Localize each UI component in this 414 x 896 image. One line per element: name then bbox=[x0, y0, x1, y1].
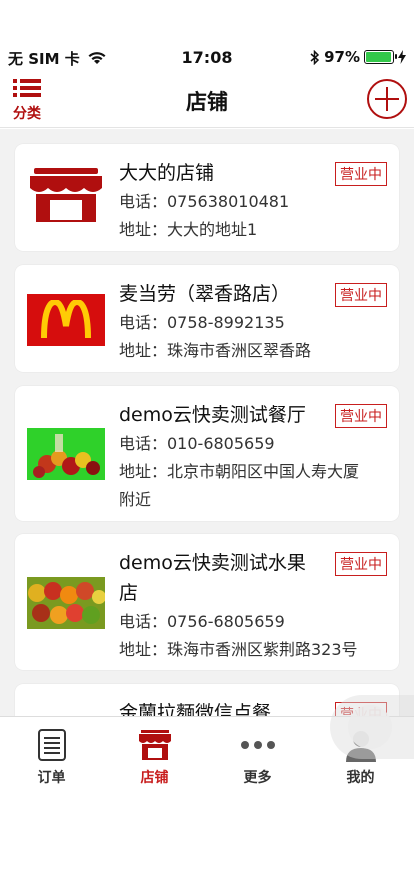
tab-label: 我的 bbox=[346, 770, 375, 786]
store-phone: 电话：0756-6805659 bbox=[119, 612, 285, 631]
status-badge: 营业中 bbox=[335, 552, 387, 576]
tab-label: 店铺 bbox=[140, 770, 169, 786]
store-awning-icon bbox=[30, 168, 102, 222]
add-circle-icon bbox=[367, 79, 407, 119]
mcdonalds-logo bbox=[41, 300, 91, 339]
order-list-icon bbox=[37, 729, 66, 761]
status-bar: 无 SIM 卡 17:08 97% bbox=[0, 0, 414, 68]
store-list[interactable]: 大大的店铺 电话：075638010481 地址：大大的地址1 营业中 麦当劳（… bbox=[0, 129, 414, 716]
store-name: demo云快卖测试餐厅 bbox=[119, 404, 306, 426]
store-card[interactable]: 麦当劳（翠香路店） 电话：0758-8992135 地址：珠海市香洲区翠香路 营… bbox=[15, 265, 399, 372]
more-dots-icon bbox=[240, 741, 275, 749]
battery-percent: 97% bbox=[324, 48, 360, 66]
tab-more[interactable]: 更多 bbox=[206, 727, 309, 787]
store-thumbnail bbox=[27, 294, 105, 346]
store-phone: 电话：0758-8992135 bbox=[119, 313, 285, 332]
status-badge: 营业中 bbox=[335, 404, 387, 428]
tab-label: 更多 bbox=[243, 770, 272, 786]
store-card[interactable]: demo云快卖测试水果店 电话：0756-6805659 地址：珠海市香洲区紫荆… bbox=[15, 534, 399, 670]
bluetooth-icon bbox=[310, 49, 320, 65]
fruit-photo bbox=[33, 434, 100, 478]
tab-orders[interactable]: 订单 bbox=[0, 727, 103, 787]
store-card[interactable]: 大大的店铺 电话：075638010481 地址：大大的地址1 营业中 bbox=[15, 144, 399, 251]
store-name: 麦当劳（翠香路店） bbox=[119, 283, 291, 305]
store-address: 地址：珠海市香洲区翠香路 bbox=[119, 341, 312, 360]
store-address: 地址：大大的地址1 bbox=[119, 220, 258, 239]
store-address: 地址：北京市朝阳区中国人寿大厦附近 bbox=[119, 462, 360, 509]
status-badge: 营业中 bbox=[335, 283, 387, 307]
store-name: demo云快卖测试水果店 bbox=[119, 552, 306, 604]
store-icon bbox=[138, 730, 171, 760]
store-phone: 电话：010-6805659 bbox=[119, 434, 275, 453]
store-thumbnail bbox=[27, 428, 105, 480]
store-thumbnail bbox=[27, 577, 105, 629]
store-name: 大大的店铺 bbox=[119, 162, 215, 184]
store-card[interactable]: demo云快卖测试餐厅 电话：010-6805659 地址：北京市朝阳区中国人寿… bbox=[15, 386, 399, 521]
store-phone: 电话：075638010481 bbox=[119, 192, 290, 211]
assistive-touch-button[interactable] bbox=[330, 695, 414, 759]
battery-icon bbox=[364, 50, 397, 64]
add-store-button[interactable] bbox=[366, 78, 408, 120]
store-thumbnail bbox=[27, 168, 105, 222]
page-title: 店铺 bbox=[186, 90, 228, 114]
store-name: 金蘭拉麵微信点餐 bbox=[119, 702, 272, 716]
navigation-bar: 分类 店铺 bbox=[0, 72, 414, 128]
status-right: 97% bbox=[310, 48, 406, 66]
tab-stores[interactable]: 店铺 bbox=[103, 727, 206, 787]
tab-label: 订单 bbox=[37, 770, 66, 786]
store-address: 地址：珠海市香洲区紫荆路323号 bbox=[119, 640, 358, 659]
charging-icon bbox=[398, 50, 406, 64]
status-badge: 营业中 bbox=[335, 162, 387, 186]
fruit-photo bbox=[28, 582, 105, 624]
